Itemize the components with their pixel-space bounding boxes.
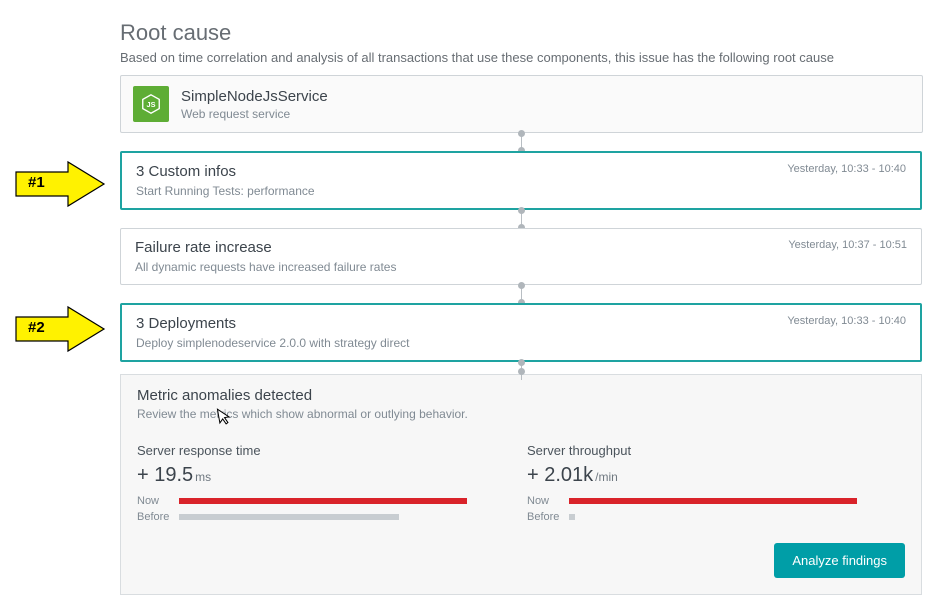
anomaly-subtitle: Review the metrics which show abnormal o… [137, 407, 905, 421]
event-subtitle: Start Running Tests: performance [136, 184, 315, 198]
anomaly-title: Metric anomalies detected [137, 387, 905, 404]
event-custom-infos[interactable]: 3 Custom infos Start Running Tests: perf… [120, 151, 922, 210]
connector [120, 285, 922, 303]
connector [120, 362, 922, 380]
bar-before [569, 514, 575, 520]
metric-value: + 19.5ms [137, 464, 487, 487]
bar-now [569, 498, 857, 504]
annotation-arrow-2: #2 [12, 305, 108, 353]
metric-value: + 2.01k/min [527, 464, 877, 487]
nodejs-icon: JS [133, 86, 169, 122]
bar-before-label: Before [527, 511, 569, 523]
anomaly-card: Metric anomalies detected Review the met… [120, 374, 922, 595]
event-title: 3 Custom infos [136, 163, 315, 180]
svg-text:JS: JS [147, 100, 156, 109]
event-time: Yesterday, 10:33 - 10:40 [777, 315, 906, 327]
event-title: Failure rate increase [135, 239, 396, 256]
service-subtitle: Web request service [181, 107, 328, 121]
annotation-arrow-2-label: #2 [28, 319, 45, 336]
event-deployments[interactable]: 3 Deployments Deploy simplenodeservice 2… [120, 303, 922, 362]
event-time: Yesterday, 10:37 - 10:51 [778, 239, 907, 251]
connector [120, 133, 922, 151]
metric-label: Server throughput [527, 443, 877, 458]
analyze-findings-button[interactable]: Analyze findings [774, 543, 905, 578]
event-title: 3 Deployments [136, 315, 409, 332]
annotation-arrow-1-label: #1 [28, 174, 45, 191]
bar-now-label: Now [527, 495, 569, 507]
event-time: Yesterday, 10:33 - 10:40 [777, 163, 906, 175]
metric-response-time: Server response time + 19.5ms Now Before [137, 443, 487, 523]
bar-before-label: Before [137, 511, 179, 523]
page-title: Root cause [120, 20, 938, 46]
annotation-arrow-1: #1 [12, 160, 108, 208]
metric-throughput: Server throughput + 2.01k/min Now Before [527, 443, 877, 523]
service-card[interactable]: JS SimpleNodeJsService Web request servi… [120, 75, 923, 133]
service-title: SimpleNodeJsService [181, 88, 328, 105]
page-subtitle: Based on time correlation and analysis o… [120, 50, 938, 65]
bar-before [179, 514, 399, 520]
event-subtitle: Deploy simplenodeservice 2.0.0 with stra… [136, 336, 409, 350]
bar-now-label: Now [137, 495, 179, 507]
event-subtitle: All dynamic requests have increased fail… [135, 260, 396, 274]
bar-now [179, 498, 467, 504]
event-failure-rate[interactable]: Failure rate increase All dynamic reques… [120, 228, 922, 285]
connector [120, 210, 922, 228]
metric-label: Server response time [137, 443, 487, 458]
